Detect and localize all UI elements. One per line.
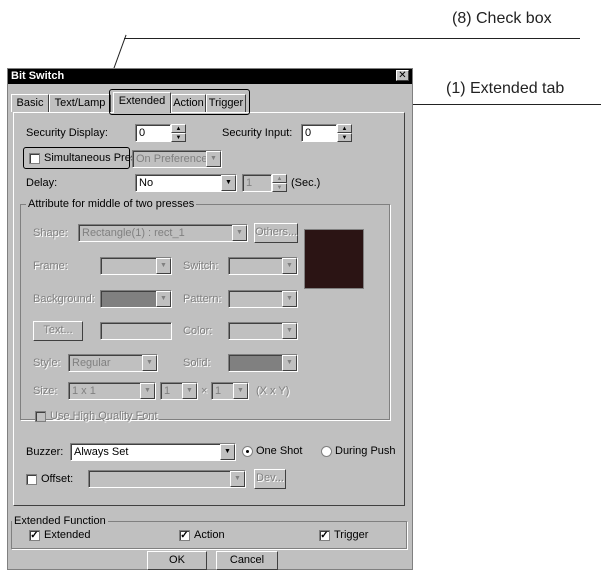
shape-label: Shape: [33,227,68,239]
security-input-spin-up[interactable]: ▲ [337,124,352,133]
callout-line-check-box-horizontal [124,38,580,39]
high-quality-font-label: Use High Quality Font [50,410,158,422]
security-input-input[interactable]: 0 [301,124,337,142]
extended-function-action-label: Action [194,529,225,541]
extended-function-action-checkbox[interactable]: ✓ [179,530,190,541]
security-display-spin-down[interactable]: ▼ [171,133,186,142]
bit-switch-dialog: Bit Switch ✕ Basic Text/Lamp Extended Ac… [7,68,413,570]
solid-dropdown-icon[interactable]: ▼ [282,355,297,371]
simultaneous-press-dropdown-icon[interactable]: ▼ [206,151,221,167]
frame-dropdown-icon[interactable]: ▼ [156,258,171,274]
others-button[interactable]: Others... [254,223,298,243]
during-push-radio[interactable] [321,446,332,457]
text-button[interactable]: Text... [33,321,83,341]
size-label: Size: [33,385,58,397]
dev-button[interactable]: Dev... [254,469,286,489]
solid-label: Solid: [183,357,211,369]
color-dropdown-icon[interactable]: ▼ [282,323,297,339]
delay-dropdown-icon[interactable]: ▼ [221,175,236,191]
middle-attribute-title: Attribute for middle of two presses [26,198,197,210]
during-push-label: During Push [335,445,396,457]
pattern-label: Pattern: [183,293,222,305]
one-shot-label: One Shot [256,445,303,457]
cancel-button[interactable]: Cancel [216,551,278,570]
buzzer-dropdown-icon[interactable]: ▼ [220,444,235,460]
security-display-label: Security Display: [26,127,108,139]
size-dropdown-icon[interactable]: ▼ [140,383,155,399]
delay-count-spin-down[interactable]: ▼ [272,183,287,192]
callout-check-box: (8) Check box [452,10,552,27]
tab-text-lamp[interactable]: Text/Lamp [49,94,111,112]
callout-extended-tab: (1) Extended tab [446,80,565,97]
tab-basic[interactable]: Basic [11,94,49,112]
delay-unit-label: (Sec.) [291,177,321,189]
shape-dropdown-icon[interactable]: ▼ [232,225,247,241]
size-times-symbol: × [201,385,208,397]
style-dropdown-icon[interactable]: ▼ [142,355,157,371]
buzzer-select[interactable]: Always Set [70,443,236,461]
style-label: Style: [33,357,61,369]
extended-function-trigger-checkbox[interactable]: ✓ [319,530,330,541]
extended-function-title: Extended Function [12,515,108,527]
offset-dropdown-icon[interactable]: ▼ [230,471,245,487]
background-label: Background: [33,293,95,305]
pattern-dropdown-icon[interactable]: ▼ [282,291,297,307]
color-label: Color: [183,325,213,337]
security-display-input[interactable]: 0 [135,124,171,142]
background-dropdown-icon[interactable]: ▼ [156,291,171,307]
close-button[interactable]: ✕ [396,70,409,81]
security-input-label: Security Input: [222,127,293,139]
simultaneous-press-checkbox[interactable] [29,153,40,164]
extended-tab-highlight [109,89,250,115]
extended-function-extended-label: Extended [44,529,91,541]
buzzer-label: Buzzer: [26,446,64,458]
offset-checkbox[interactable] [26,474,37,485]
ok-button[interactable]: OK [147,551,207,570]
color-preview-swatch [304,229,364,289]
offset-select[interactable] [88,470,246,488]
shape-select[interactable]: Rectangle(1) : rect_1 [78,224,248,242]
switch-dropdown-icon[interactable]: ▼ [282,258,297,274]
size-unit-label: (X x Y) [256,385,290,397]
security-display-spin-up[interactable]: ▲ [171,124,186,133]
simultaneous-press-label: Simultaneous Press: [44,152,145,164]
size-x-dropdown-icon[interactable]: ▼ [182,383,197,399]
frame-label: Frame: [33,260,68,272]
size-y-dropdown-icon[interactable]: ▼ [233,383,248,399]
security-input-spin-down[interactable]: ▼ [337,133,352,142]
extended-function-extended-checkbox[interactable]: ✓ [29,530,40,541]
delay-label: Delay: [26,177,58,189]
extended-function-trigger-label: Trigger [334,529,369,541]
text-preview-field[interactable] [100,322,172,340]
one-shot-radio[interactable] [242,446,253,457]
delay-count-input[interactable]: 1 [242,174,272,192]
switch-label: Switch: [183,260,219,272]
delay-count-spin-up[interactable]: ▲ [272,174,287,183]
high-quality-font-checkbox[interactable] [35,411,46,422]
offset-label: Offset: [41,473,74,485]
dialog-title: Bit Switch [8,69,412,84]
